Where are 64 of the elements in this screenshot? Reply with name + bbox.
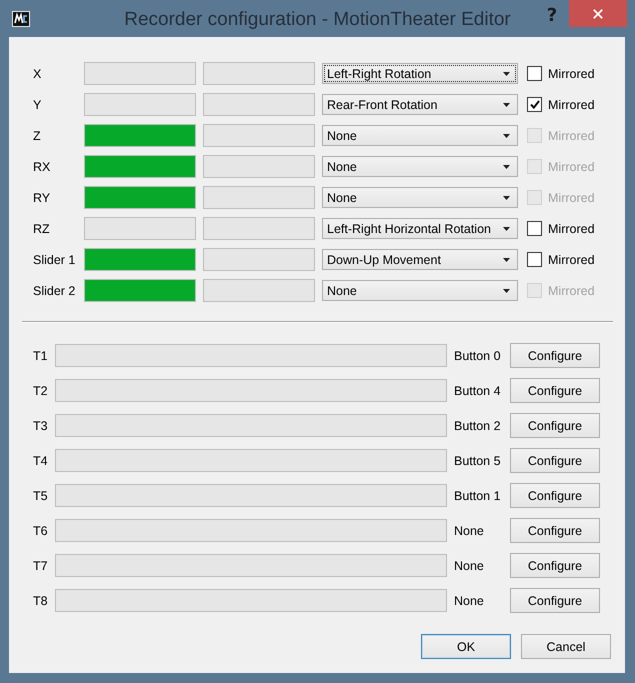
close-button[interactable] — [569, 0, 627, 27]
window-title: Recorder configuration - MotionTheater Editor — [124, 8, 511, 31]
mapping-dropdown[interactable]: None — [322, 280, 518, 301]
axis-label: Slider 1 — [33, 252, 76, 266]
mirrored-checkbox[interactable] — [527, 221, 542, 236]
cancel-button[interactable]: Cancel — [521, 634, 611, 659]
axis-label: RY — [33, 190, 52, 204]
axis-label: RZ — [33, 222, 51, 236]
trigger-label: T7 — [33, 558, 48, 572]
configure-button[interactable]: Configure — [510, 518, 600, 543]
caret-icon — [503, 102, 510, 106]
help-button[interactable]: ? — [543, 5, 561, 27]
trigger-label: T4 — [33, 454, 48, 468]
configure-button[interactable]: Configure — [510, 448, 600, 473]
check-icon — [530, 100, 540, 109]
axis-label: X — [33, 66, 42, 80]
trigger-label: T5 — [33, 488, 48, 502]
mapping-dropdown[interactable]: Rear-Front Rotation — [322, 94, 518, 115]
axis-label: Z — [33, 128, 42, 142]
configure-button[interactable]: Configure — [510, 378, 600, 403]
configure-button[interactable]: Configure — [510, 413, 600, 438]
mirrored-checkbox[interactable] — [527, 252, 542, 267]
mapping-dropdown[interactable]: None — [322, 156, 518, 177]
axis-label: Slider 2 — [33, 284, 76, 298]
mapping-dropdown[interactable]: Down-Up Movement — [322, 249, 518, 270]
checkbox-label[interactable]: Mirrored — [548, 66, 595, 80]
checkbox-label[interactable]: Mirrored — [548, 252, 595, 266]
assigned-button-text: Button 4 — [454, 384, 502, 398]
axis-label: RX — [33, 160, 52, 174]
assigned-button-text: Button 2 — [454, 418, 502, 432]
caret-icon — [503, 196, 510, 200]
checkbox-label[interactable]: Mirrored — [548, 98, 595, 112]
mirrored-checkbox[interactable] — [527, 97, 542, 112]
assigned-button-text: None — [454, 524, 485, 538]
mapping-dropdown[interactable]: Left-Right Rotation — [322, 63, 518, 84]
close-icon — [593, 8, 603, 18]
mapping-dropdown[interactable]: None — [322, 187, 518, 208]
ok-button[interactable]: OK — [421, 634, 511, 659]
trigger-label: T8 — [33, 594, 48, 608]
configure-button[interactable]: Configure — [510, 588, 600, 613]
axis-label: Y — [33, 98, 42, 112]
app-logo-icon — [12, 11, 30, 27]
trigger-label: T6 — [33, 524, 48, 538]
configure-button[interactable]: Configure — [510, 343, 600, 368]
caret-icon — [503, 134, 510, 138]
trigger-label: T2 — [33, 384, 48, 398]
mapping-dropdown[interactable]: None — [322, 125, 518, 146]
assigned-button-text: None — [454, 558, 485, 572]
mirrored-checkbox[interactable] — [527, 66, 542, 81]
configure-button[interactable]: Configure — [510, 553, 600, 578]
trigger-label: T3 — [33, 418, 48, 432]
mapping-dropdown[interactable]: Left-Right Horizontal Rotation — [322, 218, 518, 239]
assigned-button-text: Button 0 — [454, 348, 502, 362]
configure-button[interactable]: Configure — [510, 483, 600, 508]
caret-icon — [503, 72, 510, 76]
assigned-button-text: Button 1 — [454, 488, 502, 502]
caret-icon — [503, 288, 510, 292]
caret-icon — [503, 258, 510, 262]
trigger-label: T1 — [33, 348, 48, 362]
assigned-button-text: Button 5 — [454, 454, 502, 468]
caret-icon — [503, 226, 510, 230]
checkbox-label[interactable]: Mirrored — [548, 222, 595, 236]
assigned-button-text: None — [454, 594, 485, 608]
caret-icon — [503, 164, 510, 168]
